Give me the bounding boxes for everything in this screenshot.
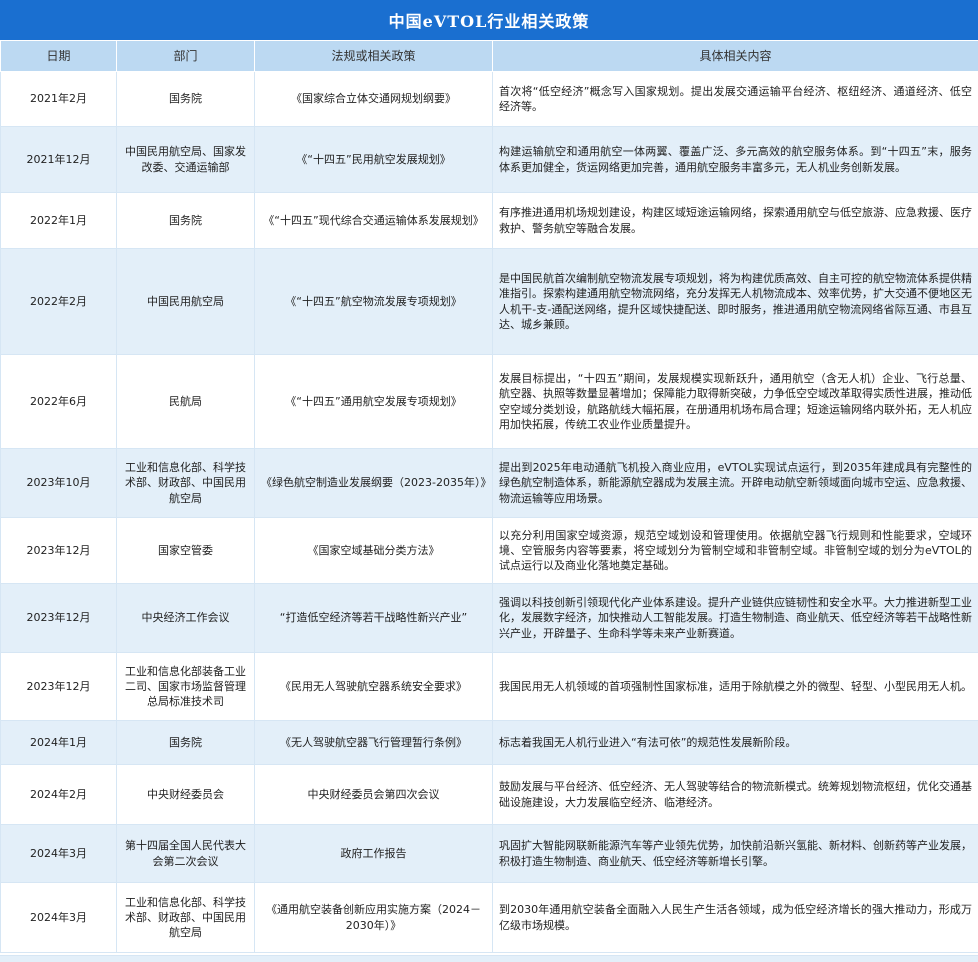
table-row: 2021年2月 国务院 《国家综合立体交通网规划纲要》 首次将“低空经济”概念写… xyxy=(1,72,978,127)
cell-department: 国家空管委 xyxy=(117,518,255,584)
cell-policy: 《“十四五”通用航空发展专项规划》 xyxy=(255,355,493,449)
table-row: 2022年6月 民航局 《“十四五”通用航空发展专项规划》 发展目标提出，“十四… xyxy=(1,355,978,449)
table-title: 中国eVTOL行业相关政策 xyxy=(0,0,978,40)
cell-content: 有序推进通用机场规划建设，构建区域短途运输网络，探索通用航空与低空旅游、应急救援… xyxy=(493,193,978,249)
table-row: 2024年3月 第十四届全国人民代表大会第二次会议 政府工作报告 巩固扩大智能网… xyxy=(1,825,978,883)
table-row: 2021年12月 中国民用航空局、国家发改委、交通运输部 《“十四五”民用航空发… xyxy=(1,127,978,193)
table-row: 2024年1月 国务院 《无人驾驶航空器飞行管理暂行条例》 标志着我国无人机行业… xyxy=(1,721,978,765)
cell-date: 2023年12月 xyxy=(1,518,117,584)
cell-content: 标志着我国无人机行业进入“有法可依”的规范性发展新阶段。 xyxy=(493,721,978,765)
table-row: 2023年12月 国家空管委 《国家空域基础分类方法》 以充分利用国家空域资源，… xyxy=(1,518,978,584)
cell-department: 国务院 xyxy=(117,721,255,765)
cell-content: 到2030年通用航空装备全面融入人民生产生活各领域，成为低空经济增长的强大推动力… xyxy=(493,883,978,953)
cell-content: 提出到2025年电动通航飞机投入商业应用，eVTOL实现试点运行，到2035年建… xyxy=(493,449,978,518)
cell-date: 2023年12月 xyxy=(1,584,117,653)
cell-policy: 《民用无人驾驶航空器系统安全要求》 xyxy=(255,653,493,721)
cell-date: 2024年1月 xyxy=(1,721,117,765)
cell-department: 第十四届全国人民代表大会第二次会议 xyxy=(117,825,255,883)
cell-date: 2024年2月 xyxy=(1,765,117,825)
cell-policy: 中央财经委员会第四次会议 xyxy=(255,765,493,825)
cell-content: 强调以科技创新引领现代化产业体系建设。提升产业链供应链韧性和安全水平。大力推进新… xyxy=(493,584,978,653)
cell-department: 工业和信息化部、科学技术部、财政部、中国民用航空局 xyxy=(117,449,255,518)
cell-department: 民航局 xyxy=(117,355,255,449)
cell-department: 工业和信息化部、科学技术部、财政部、中国民用航空局 xyxy=(117,883,255,953)
cell-policy: 《绿色航空制造业发展纲要（2023-2035年）》 xyxy=(255,449,493,518)
policy-table: 日期 部门 法规或相关政策 具体相关内容 2021年2月 国务院 《国家综合立体… xyxy=(0,40,978,953)
table-row: 2023年12月 工业和信息化部装备工业二司、国家市场监督管理总局标准技术司 《… xyxy=(1,653,978,721)
header-policy: 法规或相关政策 xyxy=(255,41,493,72)
cell-date: 2022年1月 xyxy=(1,193,117,249)
table-row: 2024年2月 中央财经委员会 中央财经委员会第四次会议 鼓励发展与平台经济、低… xyxy=(1,765,978,825)
cell-content: 鼓励发展与平台经济、低空经济、无人驾驶等结合的物流新模式。统筹规划物流枢纽，优化… xyxy=(493,765,978,825)
cell-content: 构建运输航空和通用航空一体两翼、覆盖广泛、多元高效的航空服务体系。到“十四五”末… xyxy=(493,127,978,193)
cell-content: 以充分利用国家空域资源，规范空域划设和管理使用。依据航空器飞行规则和性能要求，空… xyxy=(493,518,978,584)
cell-date: 2021年12月 xyxy=(1,127,117,193)
cell-policy: 《“十四五”航空物流发展专项规划》 xyxy=(255,249,493,355)
cell-date: 2022年2月 xyxy=(1,249,117,355)
table-row: 2022年1月 国务院 《“十四五”现代综合交通运输体系发展规划》 有序推进通用… xyxy=(1,193,978,249)
cell-date: 2024年3月 xyxy=(1,883,117,953)
cell-department: 工业和信息化部装备工业二司、国家市场监督管理总局标准技术司 xyxy=(117,653,255,721)
header-content: 具体相关内容 xyxy=(493,41,978,72)
cell-department: 中国民用航空局、国家发改委、交通运输部 xyxy=(117,127,255,193)
cell-date: 2021年2月 xyxy=(1,72,117,127)
cell-content: 首次将“低空经济”概念写入国家规划。提出发展交通运输平台经济、枢纽经济、通道经济… xyxy=(493,72,978,127)
table-row: 2022年2月 中国民用航空局 《“十四五”航空物流发展专项规划》 是中国民航首… xyxy=(1,249,978,355)
cell-department: 国务院 xyxy=(117,193,255,249)
cell-content: 是中国民航首次编制航空物流发展专项规划，将为构建优质高效、自主可控的航空物流体系… xyxy=(493,249,978,355)
table-row: 2023年12月 中央经济工作会议 “打造低空经济等若干战略性新兴产业” 强调以… xyxy=(1,584,978,653)
header-department: 部门 xyxy=(117,41,255,72)
cell-date: 2024年3月 xyxy=(1,825,117,883)
cell-policy: “打造低空经济等若干战略性新兴产业” xyxy=(255,584,493,653)
page: 中国eVTOL行业相关政策 日期 部门 法规或相关政策 具体相关内容 2021年… xyxy=(0,0,978,961)
cell-policy: 《“十四五”民用航空发展规划》 xyxy=(255,127,493,193)
cell-policy: 《国家综合立体交通网规划纲要》 xyxy=(255,72,493,127)
header-date: 日期 xyxy=(1,41,117,72)
cell-department: 中央财经委员会 xyxy=(117,765,255,825)
cell-policy: 《无人驾驶航空器飞行管理暂行条例》 xyxy=(255,721,493,765)
cell-department: 国务院 xyxy=(117,72,255,127)
cell-content: 我国民用无人机领域的首项强制性国家标准，适用于除航模之外的微型、轻型、小型民用无… xyxy=(493,653,978,721)
cell-date: 2023年12月 xyxy=(1,653,117,721)
cell-content: 发展目标提出，“十四五”期间，发展规模实现新跃升，通用航空（含无人机）企业、飞行… xyxy=(493,355,978,449)
cell-policy: 《通用航空装备创新应用实施方案（2024－2030年）》 xyxy=(255,883,493,953)
cell-date: 2022年6月 xyxy=(1,355,117,449)
cell-content: 巩固扩大智能网联新能源汽车等产业领先优势，加快前沿新兴氢能、新材料、创新药等产业… xyxy=(493,825,978,883)
cell-policy: 《“十四五”现代综合交通运输体系发展规划》 xyxy=(255,193,493,249)
cell-department: 中央经济工作会议 xyxy=(117,584,255,653)
cell-date: 2023年10月 xyxy=(1,449,117,518)
table-row: 2024年3月 工业和信息化部、科学技术部、财政部、中国民用航空局 《通用航空装… xyxy=(1,883,978,953)
table-row: 2023年10月 工业和信息化部、科学技术部、财政部、中国民用航空局 《绿色航空… xyxy=(1,449,978,518)
cell-policy: 《国家空域基础分类方法》 xyxy=(255,518,493,584)
header-row: 日期 部门 法规或相关政策 具体相关内容 xyxy=(1,41,978,72)
cell-department: 中国民用航空局 xyxy=(117,249,255,355)
cell-policy: 政府工作报告 xyxy=(255,825,493,883)
